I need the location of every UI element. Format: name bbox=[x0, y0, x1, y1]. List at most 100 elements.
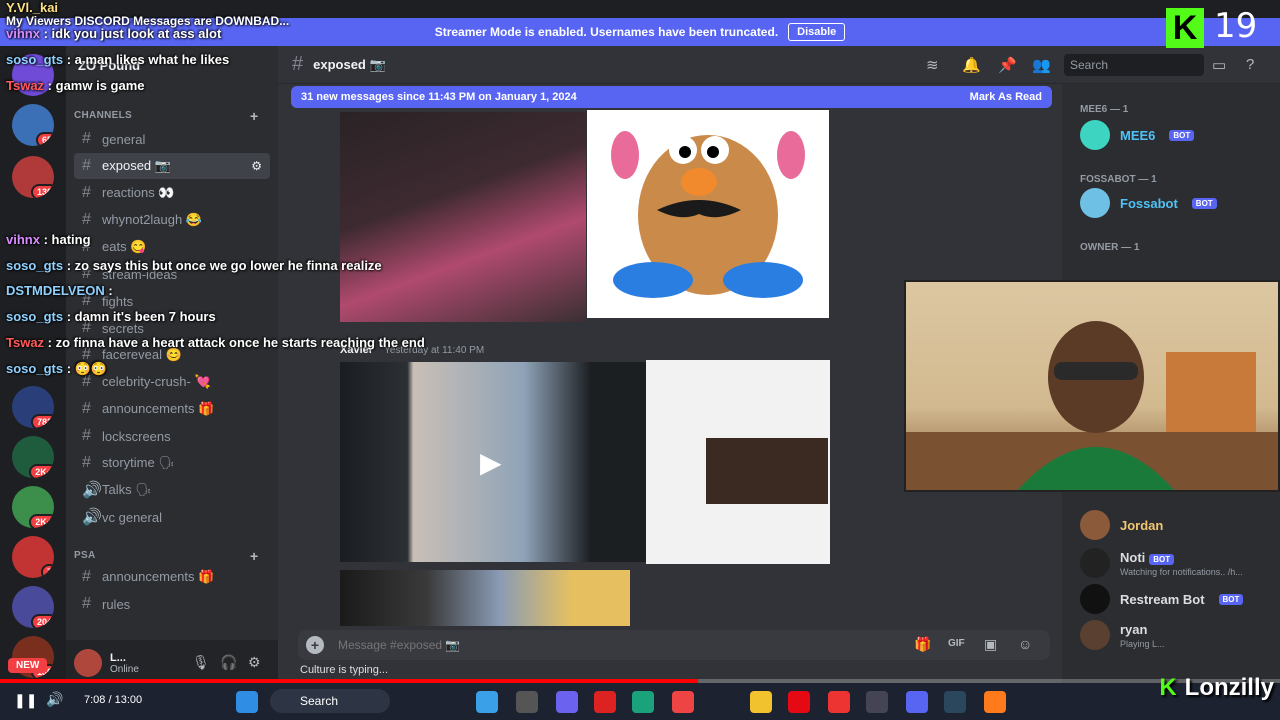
avatar[interactable] bbox=[74, 649, 102, 677]
channel-item[interactable]: # eats 😋 bbox=[74, 234, 270, 260]
help-icon[interactable]: ? bbox=[1246, 56, 1254, 73]
image-attachment[interactable] bbox=[340, 570, 630, 626]
image-attachment[interactable] bbox=[340, 112, 586, 322]
channel-item[interactable]: # general bbox=[74, 126, 270, 152]
volume-icon[interactable]: 🔊 bbox=[46, 691, 63, 708]
settings-icon[interactable]: ⚙ bbox=[251, 159, 262, 173]
video-attachment[interactable]: ▶ bbox=[340, 362, 646, 562]
search-input[interactable]: Search bbox=[1064, 54, 1204, 76]
server-icon[interactable]: 2K+ bbox=[12, 486, 54, 528]
emoji-icon[interactable]: ☺ bbox=[1018, 636, 1032, 652]
app-icon[interactable] bbox=[672, 691, 694, 713]
netflix-icon[interactable] bbox=[788, 691, 810, 713]
play-icon[interactable]: ▶ bbox=[480, 446, 502, 479]
member-name: Noti bbox=[1120, 550, 1146, 565]
hash-icon: # bbox=[82, 400, 91, 417]
channel-item[interactable]: # announcements 🎁 bbox=[74, 564, 270, 590]
chat-message: 😳😳 bbox=[74, 361, 108, 376]
server-icon[interactable]: 7 bbox=[12, 536, 54, 578]
discord-icon[interactable] bbox=[906, 691, 928, 713]
stream-chat-line: vihnx : idk you just look at ass alot bbox=[6, 26, 222, 41]
inbox-icon[interactable]: ▭ bbox=[1212, 56, 1226, 74]
new-messages-bar[interactable]: 31 new messages since 11:43 PM on Januar… bbox=[291, 86, 1052, 108]
channel-label: lockscreens bbox=[102, 428, 171, 444]
mark-as-read-button[interactable]: Mark As Read bbox=[970, 91, 1042, 103]
gear-icon[interactable]: ⚙ bbox=[248, 654, 261, 671]
bell-icon[interactable]: 🔔 bbox=[962, 56, 981, 74]
opera-icon[interactable] bbox=[594, 691, 616, 713]
avatar bbox=[1080, 120, 1110, 150]
streamer-mode-message: Streamer Mode is enabled. Usernames have… bbox=[434, 25, 779, 39]
add-channel-icon[interactable]: + bbox=[250, 548, 258, 564]
channel-item[interactable]: # whynot2laugh 😂 bbox=[74, 207, 270, 233]
channel-item[interactable]: # lockscreens bbox=[74, 423, 270, 449]
member-item[interactable]: Restream Bot BOT bbox=[1080, 584, 1244, 614]
chat-message: hating bbox=[51, 232, 91, 247]
pause-icon[interactable]: ❚❚ bbox=[14, 692, 37, 709]
member-category: FOSSABOT — 1 bbox=[1080, 174, 1157, 185]
member-item[interactable]: Noti BOT Watching for notifications.. /h..… bbox=[1080, 548, 1243, 578]
app-icon[interactable] bbox=[556, 691, 578, 713]
windows-icon[interactable] bbox=[236, 691, 258, 713]
add-channel-icon[interactable]: + bbox=[250, 108, 258, 124]
kick-icon: K bbox=[1159, 674, 1177, 701]
app-icon[interactable] bbox=[476, 691, 498, 713]
server-icon[interactable]: 782 bbox=[12, 386, 54, 428]
folder-icon[interactable] bbox=[750, 691, 772, 713]
channel-label: celebrity-crush- 💘 bbox=[102, 374, 211, 389]
server-badge: 65 bbox=[35, 132, 54, 146]
member-item[interactable]: MEE6 BOT bbox=[1080, 120, 1195, 150]
chat-message: zo finna have a heart attack once he sta… bbox=[55, 335, 425, 350]
app-icon[interactable] bbox=[828, 691, 850, 713]
app-icon[interactable] bbox=[516, 691, 538, 713]
threads-icon[interactable]: ≋ bbox=[926, 56, 939, 74]
server-badge: 130 bbox=[30, 184, 54, 198]
app-icon[interactable] bbox=[632, 691, 654, 713]
server-icon[interactable]: 204 bbox=[12, 586, 54, 628]
channel-item[interactable]: 🔊 vc general bbox=[74, 504, 270, 530]
channel-item-active[interactable]: # exposed 📷 ⚙ bbox=[74, 153, 270, 179]
members-icon[interactable]: 👥 bbox=[1032, 56, 1051, 74]
member-item[interactable]: Fossabot BOT bbox=[1080, 188, 1217, 218]
steam-icon[interactable] bbox=[944, 691, 966, 713]
app-icon[interactable] bbox=[866, 691, 888, 713]
server-icon[interactable]: 130 bbox=[12, 156, 54, 198]
chat-user: vihnx bbox=[6, 26, 40, 41]
channel-item[interactable]: # reactions 👀 bbox=[74, 180, 270, 206]
hash-icon: # bbox=[82, 157, 91, 174]
message-input[interactable] bbox=[338, 638, 838, 652]
member-name: Jordan bbox=[1120, 517, 1164, 533]
attach-icon[interactable]: + bbox=[306, 636, 324, 654]
image-attachment[interactable] bbox=[587, 110, 829, 318]
gift-icon[interactable]: 🎁 bbox=[914, 636, 931, 653]
server-icon[interactable]: 2K+ bbox=[12, 436, 54, 478]
member-item[interactable]: Jordan bbox=[1080, 510, 1163, 540]
headphones-icon[interactable]: 🎧 bbox=[220, 654, 237, 671]
microphone-icon[interactable]: 🎙 bbox=[192, 654, 210, 671]
taskbar-search[interactable]: Search bbox=[270, 689, 390, 713]
channel-item[interactable]: # announcements 🎁 bbox=[74, 396, 270, 422]
member-category: OWNER — 1 bbox=[1080, 242, 1140, 253]
new-messages-text: 31 new messages since 11:43 PM on Januar… bbox=[301, 91, 577, 103]
disable-button[interactable]: Disable bbox=[788, 23, 846, 41]
pin-icon[interactable]: 📌 bbox=[998, 56, 1017, 74]
server-icon[interactable]: 65 bbox=[12, 104, 54, 146]
hash-icon: # bbox=[82, 595, 91, 612]
app-icon[interactable] bbox=[984, 691, 1006, 713]
channel-item[interactable]: 🔊 Talks 🗣 bbox=[74, 477, 270, 503]
channel-item[interactable]: # storytime 🗣 bbox=[74, 450, 270, 476]
streamer-image bbox=[906, 321, 1278, 490]
channel-label: Talks 🗣 bbox=[102, 482, 152, 497]
channel-item[interactable]: # rules bbox=[74, 591, 270, 617]
chat-user: soso_gts bbox=[6, 258, 64, 273]
sticker-icon[interactable]: ▣ bbox=[984, 636, 997, 653]
category-channels[interactable]: CHANNELS + bbox=[74, 108, 258, 124]
brand-watermark: K Lonzilly bbox=[1030, 668, 1274, 708]
bot-tag: BOT bbox=[1218, 593, 1244, 605]
image-attachment[interactable] bbox=[646, 360, 830, 564]
avatar bbox=[1080, 548, 1110, 578]
category-psa[interactable]: PSA + bbox=[74, 548, 258, 564]
viewer-count: 19 bbox=[1214, 6, 1258, 46]
member-item[interactable]: ryan Playing L... bbox=[1080, 620, 1165, 650]
gif-icon[interactable]: GIF bbox=[948, 638, 965, 649]
